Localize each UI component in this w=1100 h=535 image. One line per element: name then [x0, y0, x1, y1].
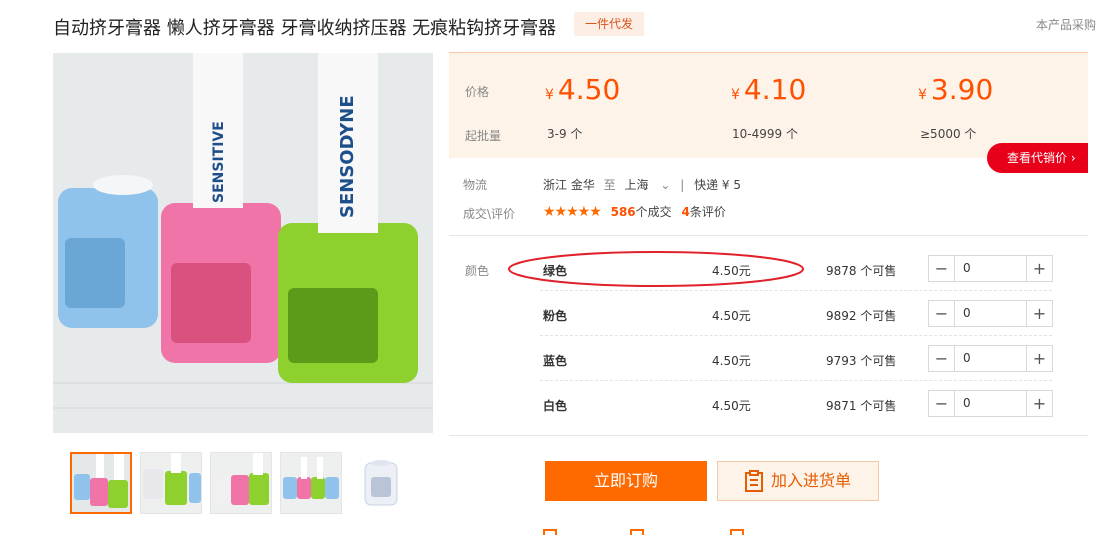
thumbnail-1[interactable]	[70, 452, 132, 514]
minus-icon[interactable]: −	[929, 391, 955, 416]
price-tier-1: ¥4.50	[545, 73, 621, 106]
minus-icon[interactable]: −	[929, 256, 955, 281]
moq-tier-3: ≥5000 个	[920, 127, 977, 141]
svg-text:SENSODYNE: SENSODYNE	[337, 95, 358, 218]
sku-name-pink: 粉色	[543, 309, 568, 323]
row-divider	[540, 290, 1052, 291]
service-icon-2	[630, 527, 644, 535]
sku-stock-blue: 9793 个可售	[826, 354, 897, 368]
ship-from: 浙江 金华	[543, 178, 595, 192]
thumbnail-3[interactable]	[210, 452, 272, 514]
product-title: 自动挤牙膏器 懒人挤牙膏器 牙膏收纳挤压器 无痕粘钩挤牙膏器	[53, 18, 557, 39]
main-product-image[interactable]: SENSITIVE SENSODYNE	[53, 53, 433, 433]
reviews-summary[interactable]: ★★★★★ 586个成交 4条评价	[543, 203, 726, 220]
sku-price-pink: 4.50元	[712, 309, 751, 323]
plus-icon[interactable]: +	[1026, 256, 1052, 281]
color-label: 颜色	[465, 264, 490, 278]
cart-button-label: 加入进货单	[770, 471, 851, 490]
quantity-stepper-white: − 0 +	[928, 390, 1053, 417]
quantity-input-white[interactable]: 0	[955, 391, 1026, 416]
price-tier-2: ¥4.10	[731, 73, 807, 106]
row-divider	[540, 335, 1052, 336]
quantity-stepper-pink: − 0 +	[928, 300, 1053, 327]
sku-price-white: 4.50元	[712, 399, 751, 413]
svg-text:SENSITIVE: SENSITIVE	[211, 121, 227, 203]
row-divider	[540, 380, 1052, 381]
service-icon-1	[543, 527, 557, 535]
moq-tier-2: 10-4999 个	[732, 127, 798, 141]
logistics-route[interactable]: 浙江 金华 至 上海 ⌄ | 快递 ¥ 5	[543, 176, 741, 193]
plus-icon[interactable]: +	[1026, 391, 1052, 416]
plus-icon[interactable]: +	[1026, 346, 1052, 371]
divider	[449, 235, 1088, 236]
minus-icon[interactable]: −	[929, 346, 955, 371]
chevron-down-icon[interactable]: ⌄	[660, 178, 670, 192]
clipboard-icon	[744, 470, 763, 492]
chevron-right-icon: ›	[1070, 151, 1076, 165]
sku-stock-pink: 9892 个可售	[826, 309, 897, 323]
quantity-input-green[interactable]: 0	[955, 256, 1026, 281]
moq-label: 起批量	[465, 129, 502, 143]
review-count: 4	[681, 205, 690, 219]
plus-icon[interactable]: +	[1026, 301, 1052, 326]
thumbnail-4[interactable]	[280, 452, 342, 514]
price-label: 价格	[465, 85, 490, 99]
thumbnail-2[interactable]	[140, 452, 202, 514]
thumbnail-5[interactable]	[350, 452, 412, 514]
quantity-input-pink[interactable]: 0	[955, 301, 1026, 326]
dropship-badge: 一件代发	[574, 12, 645, 36]
ship-to: 上海	[624, 178, 649, 192]
service-icon-3	[730, 527, 744, 535]
sku-stock-green: 9878 个可售	[826, 264, 897, 278]
deals-text: 个成交	[635, 205, 672, 219]
minus-icon[interactable]: −	[929, 301, 955, 326]
star-rating-icon: ★★★★★	[543, 204, 602, 220]
sku-name-white: 白色	[543, 399, 568, 413]
price-tier-3: ¥3.90	[918, 73, 994, 106]
order-now-button[interactable]: 立即订购	[545, 461, 707, 501]
shipping-fee: 快递 ¥ 5	[694, 178, 742, 192]
divider	[449, 435, 1088, 436]
sku-price-blue: 4.50元	[712, 354, 751, 368]
logistics-label: 物流	[463, 178, 488, 192]
review-text: 条评价	[689, 205, 726, 219]
moq-tier-1: 3-9 个	[547, 127, 583, 141]
procurement-notice[interactable]: 本产品采购	[1036, 16, 1096, 33]
sku-name-blue: 蓝色	[543, 354, 568, 368]
sku-stock-white: 9871 个可售	[826, 399, 897, 413]
add-to-purchase-list-button[interactable]: 加入进货单	[717, 461, 879, 501]
reviews-label: 成交\评价	[463, 207, 516, 221]
deals-count: 586	[610, 205, 636, 219]
price-panel: 价格 起批量 ¥4.50 ¥4.10 ¥3.90 3-9 个 10-4999 个…	[449, 52, 1088, 158]
to-word: 至	[603, 178, 616, 192]
annotation-ellipse	[508, 251, 804, 287]
quantity-stepper-green: − 0 +	[928, 255, 1053, 282]
quantity-input-blue[interactable]: 0	[955, 346, 1026, 371]
quantity-stepper-blue: − 0 +	[928, 345, 1053, 372]
view-agent-price-button[interactable]: 查看代销价 ›	[987, 143, 1088, 173]
